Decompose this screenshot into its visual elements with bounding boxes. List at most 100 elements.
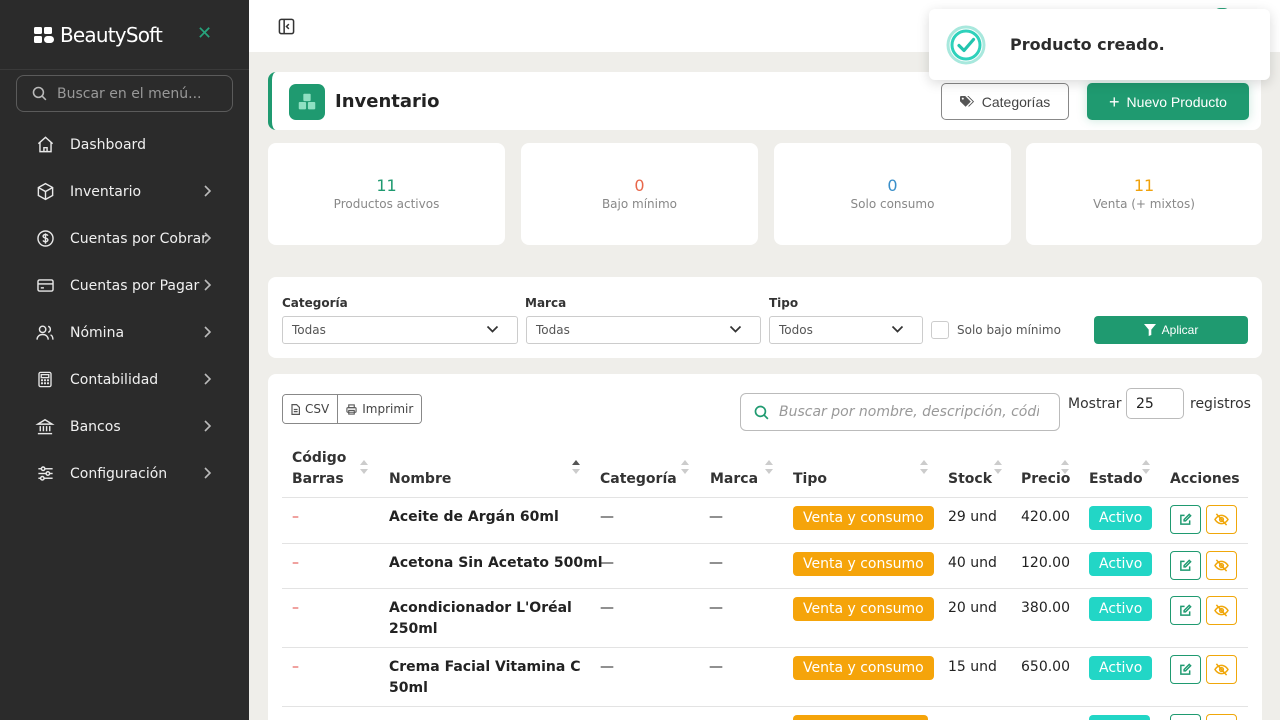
page-size-input[interactable]: 25 bbox=[1126, 388, 1184, 419]
printer-icon bbox=[346, 403, 357, 415]
categories-button[interactable]: Categorías bbox=[941, 83, 1069, 120]
home-icon bbox=[35, 135, 55, 155]
bajo-minimo-checkbox[interactable] bbox=[931, 321, 949, 339]
column-header-estado[interactable]: Estado bbox=[1089, 469, 1143, 490]
edit-icon bbox=[1180, 559, 1192, 571]
hide-button[interactable] bbox=[1206, 714, 1237, 720]
column-header-categoria[interactable]: Categoría bbox=[600, 469, 677, 490]
dollar-circle-icon bbox=[35, 229, 55, 249]
stat-value: 0 bbox=[887, 176, 898, 195]
column-header-marca[interactable]: Marca bbox=[710, 469, 758, 490]
sort-icon[interactable] bbox=[1142, 460, 1150, 474]
close-sidebar-icon[interactable]: ✕ bbox=[197, 25, 212, 43]
sort-asc-icon[interactable] bbox=[572, 460, 580, 474]
filter-categoria-label: Categoría bbox=[282, 296, 348, 310]
filter-tipo-label: Tipo bbox=[769, 296, 799, 310]
cell-precio: 380.00 bbox=[1021, 600, 1070, 616]
sort-icon[interactable] bbox=[920, 460, 928, 474]
column-header-codigo-line1: Código bbox=[292, 450, 347, 466]
sort-icon[interactable] bbox=[1061, 460, 1069, 474]
cell-codigo: – bbox=[292, 659, 299, 675]
edit-icon bbox=[1180, 604, 1192, 616]
cell-categoria: — bbox=[600, 600, 614, 616]
column-header-tipo[interactable]: Tipo bbox=[793, 469, 827, 490]
calculator-icon bbox=[35, 370, 55, 390]
print-button-label: Imprimir bbox=[362, 402, 414, 416]
cell-nombre: Acondicionador L'Oréal bbox=[389, 600, 572, 616]
new-product-button[interactable]: + Nuevo Producto bbox=[1087, 83, 1249, 120]
sidebar-item-contabilidad[interactable]: Contabilidad bbox=[0, 356, 249, 403]
cell-stock: 15 und bbox=[948, 659, 997, 675]
sidebar-item-configuracion[interactable]: Configuración bbox=[0, 450, 249, 497]
csv-button[interactable]: CSV bbox=[283, 395, 338, 423]
cell-nombre: Acetona Sin Acetato 500ml bbox=[389, 555, 603, 571]
column-header-stock[interactable]: Stock bbox=[948, 469, 992, 490]
edit-button[interactable] bbox=[1170, 551, 1201, 580]
sidebar-item-cuentas-cobrar[interactable]: Cuentas por Cobrar bbox=[0, 215, 249, 262]
print-button[interactable]: Imprimir bbox=[337, 395, 422, 423]
stat-label: Venta (+ mixtos) bbox=[1093, 197, 1195, 211]
column-header-nombre[interactable]: Nombre bbox=[389, 469, 451, 490]
sort-icon[interactable] bbox=[681, 460, 689, 474]
sort-icon[interactable] bbox=[360, 460, 368, 474]
tags-icon bbox=[959, 95, 974, 107]
tipo-badge: Venta y consumo bbox=[793, 597, 934, 621]
sidebar-item-cuentas-pagar[interactable]: Cuentas por Pagar bbox=[0, 262, 249, 309]
sidebar-item-nomina[interactable]: Nómina bbox=[0, 309, 249, 356]
filter-tipo-select[interactable]: Todos bbox=[769, 316, 923, 344]
filter-categoria-select[interactable]: Todas bbox=[282, 316, 518, 344]
sidebar-item-label: Cuentas por Cobrar bbox=[70, 230, 207, 247]
edit-button[interactable] bbox=[1170, 655, 1201, 684]
stat-label: Bajo mínimo bbox=[601, 197, 678, 211]
sidebar-item-dashboard[interactable]: Dashboard bbox=[0, 121, 249, 168]
export-buttons: CSV Imprimir bbox=[282, 394, 423, 424]
status-badge bbox=[1089, 715, 1150, 720]
table-search-input[interactable] bbox=[779, 404, 1039, 420]
cell-codigo: – bbox=[292, 509, 299, 525]
sidebar-search[interactable] bbox=[16, 75, 233, 112]
filter-tipo-value: Todos bbox=[779, 323, 813, 337]
filter-marca-select[interactable]: Todas bbox=[526, 316, 761, 344]
toast-message: Producto creado. bbox=[1010, 35, 1165, 54]
sidebar-item-label: Configuración bbox=[70, 465, 168, 482]
edit-button[interactable] bbox=[1170, 596, 1201, 625]
edit-button[interactable] bbox=[1170, 714, 1201, 720]
edit-button[interactable] bbox=[1170, 505, 1201, 534]
sidebar-item-bancos[interactable]: Bancos bbox=[0, 403, 249, 450]
hide-button[interactable] bbox=[1206, 551, 1237, 580]
hide-button[interactable] bbox=[1206, 655, 1237, 684]
row-divider bbox=[282, 588, 1248, 589]
sidebar-menu: Dashboard Inventario Cuentas por Cobrar … bbox=[0, 121, 249, 497]
hide-button[interactable] bbox=[1206, 505, 1237, 534]
cell-categoria: — bbox=[600, 509, 614, 525]
search-icon bbox=[754, 405, 769, 419]
filter-icon bbox=[1143, 324, 1156, 336]
sort-icon[interactable] bbox=[994, 460, 1002, 474]
eye-slash-icon bbox=[1214, 604, 1229, 617]
sidebar-search-input[interactable] bbox=[57, 85, 227, 102]
tipo-badge: Venta y consumo bbox=[793, 656, 934, 680]
plus-icon: + bbox=[1109, 91, 1120, 112]
status-badge: Activo bbox=[1089, 506, 1153, 530]
search-icon bbox=[32, 86, 47, 101]
tipo-badge bbox=[793, 715, 928, 720]
sidebar-toggle-icon[interactable] bbox=[278, 18, 295, 35]
sidebar-item-inventario[interactable]: Inventario bbox=[0, 168, 249, 215]
chevron-right-icon bbox=[204, 420, 212, 432]
cell-stock: 29 und bbox=[948, 509, 997, 525]
column-header-codigo[interactable]: Código Barras bbox=[292, 448, 346, 490]
sidebar: BeautySoft ✕ Dashboard Inventario Cuenta… bbox=[0, 0, 249, 720]
cell-marca: — bbox=[709, 555, 723, 571]
sidebar-item-label: Cuentas por Pagar bbox=[70, 277, 200, 294]
page-title: Inventario bbox=[335, 91, 440, 112]
stat-value: 0 bbox=[634, 176, 645, 195]
header-divider bbox=[282, 497, 1248, 498]
show-label: Mostrar bbox=[1068, 396, 1122, 412]
apply-filters-button[interactable]: Aplicar bbox=[1094, 316, 1248, 344]
hide-button[interactable] bbox=[1206, 596, 1237, 625]
row-divider bbox=[282, 647, 1248, 648]
table-search[interactable] bbox=[740, 393, 1060, 431]
stat-value: 11 bbox=[1133, 176, 1155, 195]
cell-precio: 650.00 bbox=[1021, 659, 1070, 675]
sort-icon[interactable] bbox=[765, 460, 773, 474]
